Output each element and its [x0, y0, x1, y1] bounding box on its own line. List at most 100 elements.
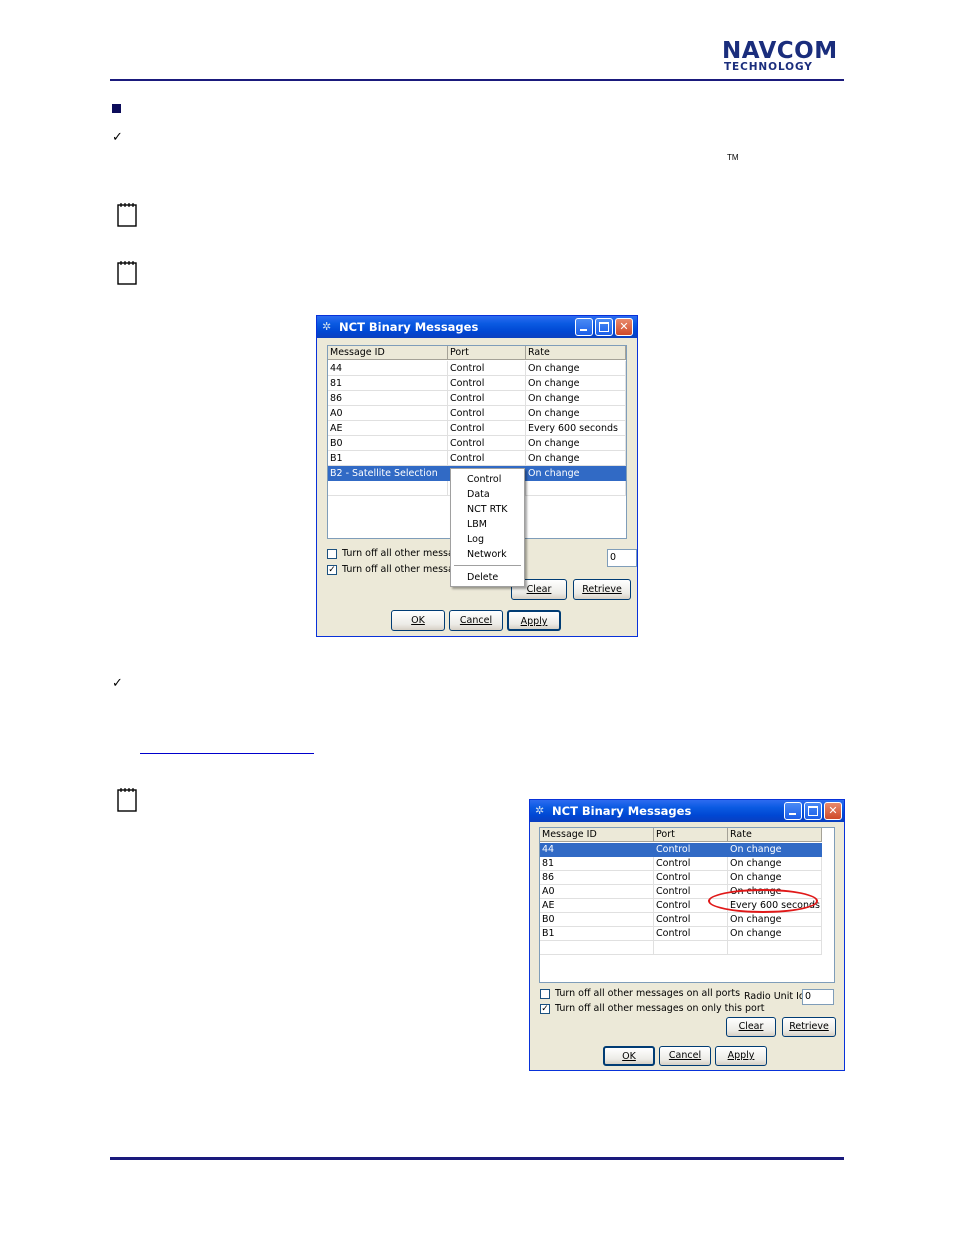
- checkmark-icon: ✓: [112, 130, 123, 145]
- cell-rate: On change: [526, 376, 626, 391]
- logo-text-top: NAVCOM: [722, 38, 838, 64]
- cell-message-id: 81: [540, 857, 654, 871]
- square-bullet-icon: [112, 104, 121, 113]
- turn-off-this-port-checkbox[interactable]: ✓: [327, 565, 337, 575]
- minimize-button[interactable]: [784, 802, 802, 820]
- cell-port: Control: [448, 421, 526, 436]
- apply-button[interactable]: Apply: [507, 610, 561, 631]
- table-row[interactable]: A0 Control On change: [328, 406, 626, 421]
- cell-message-id: B0: [328, 436, 448, 451]
- cell-port: Control: [654, 857, 728, 871]
- table-row[interactable]: B1 Control On change: [540, 927, 834, 941]
- column-header-rate[interactable]: Rate: [526, 346, 626, 360]
- table-row[interactable]: B0 Control On change: [328, 436, 626, 451]
- apply-button[interactable]: Apply: [715, 1046, 767, 1066]
- checkmark-icon: ✓: [112, 676, 123, 691]
- table-row[interactable]: B1 Control On change: [328, 451, 626, 466]
- port-context-menu: Control Data NCT RTK LBM Log Network Del…: [450, 468, 525, 587]
- maximize-button[interactable]: [804, 802, 822, 820]
- table-row[interactable]: 81 Control On change: [540, 857, 834, 871]
- radio-unit-id-label: Radio Unit Id:: [744, 991, 809, 1002]
- column-header-message-id[interactable]: Message ID: [328, 346, 448, 360]
- cell-empty: [728, 941, 822, 955]
- column-header-port[interactable]: Port: [654, 828, 728, 842]
- minimize-button[interactable]: [575, 318, 593, 336]
- cell-message-id: AE: [328, 421, 448, 436]
- cancel-button[interactable]: Cancel: [659, 1046, 711, 1066]
- dialog-title: NCT Binary Messages: [339, 320, 479, 334]
- maximize-icon: [599, 322, 609, 332]
- menu-separator: [454, 565, 521, 566]
- dialog-title-bar[interactable]: ✲ NCT Binary Messages ✕: [317, 316, 637, 338]
- cell-message-id: B2 - Satellite Selection: [328, 466, 448, 481]
- maximize-icon: [808, 806, 818, 816]
- cell-port: Control: [654, 913, 728, 927]
- cell-message-id: B1: [328, 451, 448, 466]
- table-row[interactable]: 86 Control On change: [540, 871, 834, 885]
- hyperlink-underline[interactable]: [140, 753, 314, 754]
- cell-rate: On change: [526, 451, 626, 466]
- radio-unit-id-input[interactable]: 0: [802, 989, 834, 1005]
- list-header: Message ID Port Rate: [540, 828, 834, 842]
- table-row-selected[interactable]: 44 Control On change: [540, 843, 834, 857]
- cell-message-id: B0: [540, 913, 654, 927]
- satellite-icon: ✲: [535, 804, 545, 817]
- cell-port: Control: [448, 451, 526, 466]
- column-header-port[interactable]: Port: [448, 346, 526, 360]
- table-row[interactable]: 44 Control On change: [328, 361, 626, 376]
- turn-off-this-port-label: Turn off all other message: [342, 564, 466, 575]
- clear-button[interactable]: Clear: [726, 1017, 776, 1037]
- list-header: Message ID Port Rate: [328, 346, 626, 360]
- dialog-title-bar[interactable]: ✲ NCT Binary Messages ✕: [530, 800, 844, 822]
- nct-binary-messages-dialog: ✲ NCT Binary Messages ✕ Message ID Port …: [316, 315, 638, 637]
- cell-port: Control: [448, 391, 526, 406]
- cell-empty: [328, 481, 448, 496]
- table-row[interactable]: AE Control Every 600 seconds: [328, 421, 626, 436]
- cell-port: Control: [448, 436, 526, 451]
- menu-item-nct-rtk[interactable]: NCT RTK: [467, 504, 508, 515]
- column-header-rate[interactable]: Rate: [728, 828, 822, 842]
- retrieve-button[interactable]: Retrieve: [573, 579, 631, 600]
- menu-item-log[interactable]: Log: [467, 534, 484, 545]
- menu-item-delete[interactable]: Delete: [467, 572, 498, 583]
- turn-off-all-ports-checkbox[interactable]: [540, 989, 550, 999]
- trademark-mark: TM: [727, 153, 739, 162]
- menu-item-data[interactable]: Data: [467, 489, 490, 500]
- ok-button[interactable]: OK: [391, 610, 445, 631]
- close-button[interactable]: ✕: [824, 802, 842, 820]
- menu-item-control[interactable]: Control: [467, 474, 501, 485]
- menu-item-network[interactable]: Network: [467, 549, 507, 560]
- minimize-icon: [580, 329, 587, 331]
- cell-rate: On change: [526, 466, 626, 481]
- table-row[interactable]: 81 Control On change: [328, 376, 626, 391]
- radio-unit-id-input[interactable]: 0: [607, 549, 637, 567]
- note-icon: [117, 788, 137, 812]
- turn-off-all-ports-checkbox[interactable]: [327, 549, 337, 559]
- cell-message-id: 86: [540, 871, 654, 885]
- cell-message-id: B1: [540, 927, 654, 941]
- cell-message-id: A0: [328, 406, 448, 421]
- highlight-circle: [708, 889, 818, 913]
- cell-rate: On change: [526, 406, 626, 421]
- cell-rate: On change: [728, 913, 822, 927]
- table-row-empty[interactable]: [540, 941, 834, 955]
- cell-rate: Every 600 seconds: [526, 421, 626, 436]
- cell-port: Control: [654, 927, 728, 941]
- turn-off-all-ports-label: Turn off all other messages on all ports: [555, 988, 741, 999]
- turn-off-this-port-checkbox[interactable]: ✓: [540, 1004, 550, 1014]
- cell-message-id: 44: [540, 843, 654, 857]
- maximize-button[interactable]: [595, 318, 613, 336]
- retrieve-button[interactable]: Retrieve: [782, 1017, 836, 1037]
- cell-empty: [654, 941, 728, 955]
- column-header-message-id[interactable]: Message ID: [540, 828, 654, 842]
- table-row[interactable]: B0 Control On change: [540, 913, 834, 927]
- navcom-logo: NAVCOM TECHNOLOGY: [722, 38, 844, 73]
- ok-button[interactable]: OK: [603, 1046, 655, 1066]
- cell-rate: On change: [526, 391, 626, 406]
- table-row[interactable]: 86 Control On change: [328, 391, 626, 406]
- satellite-icon: ✲: [322, 320, 332, 333]
- cancel-button[interactable]: Cancel: [449, 610, 503, 631]
- cell-rate: On change: [728, 857, 822, 871]
- menu-item-lbm[interactable]: LBM: [467, 519, 487, 530]
- close-button[interactable]: ✕: [615, 318, 633, 336]
